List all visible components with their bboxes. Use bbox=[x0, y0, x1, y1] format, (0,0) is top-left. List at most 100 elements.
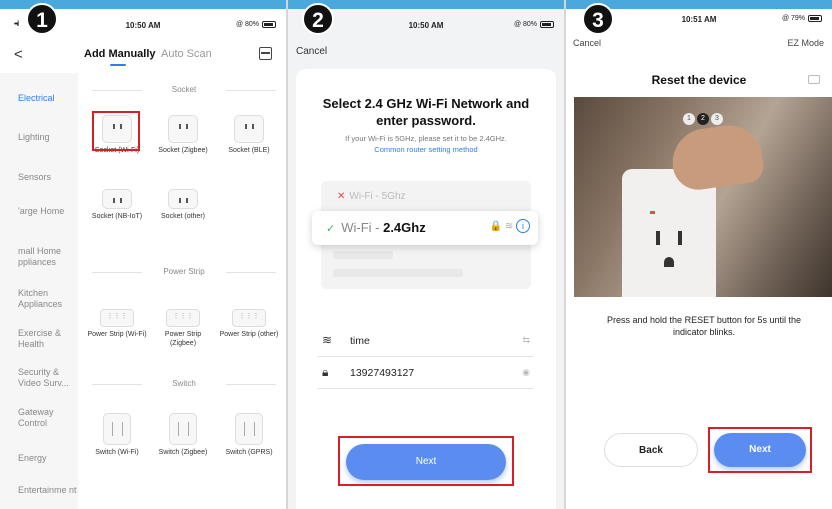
cancel-button[interactable]: Cancel bbox=[573, 38, 601, 48]
tab-auto-scan[interactable]: Auto Scan bbox=[161, 48, 212, 60]
sidebar-item-lighting[interactable]: Lighting bbox=[18, 132, 78, 143]
tab-bar: < Add Manually Auto Scan bbox=[0, 45, 286, 66]
step-dot: 1 bbox=[683, 113, 695, 125]
placeholder-line bbox=[333, 269, 463, 277]
wifi-prefix: Wi-Fi - bbox=[341, 220, 384, 235]
wifi-hint: If your Wi-Fi is 5GHz, please set it to … bbox=[306, 133, 546, 155]
device-socket-other[interactable]: Socket (other) bbox=[152, 189, 214, 221]
section-switch: Switch bbox=[92, 379, 276, 388]
wifi-prefix: Wi-Fi - bbox=[349, 191, 382, 202]
device-label: Socket (other) bbox=[161, 213, 205, 220]
check-icon: ✓ bbox=[326, 223, 336, 235]
power-strip-icon bbox=[166, 309, 200, 327]
socket-icon bbox=[168, 115, 198, 143]
plug-ground bbox=[664, 257, 674, 267]
wifi-band: 5Ghz bbox=[381, 191, 406, 202]
sidebar-item-exercise[interactable]: Exercise & Health bbox=[18, 328, 78, 350]
device-socket-ble[interactable]: Socket (BLE) bbox=[218, 115, 280, 155]
sidebar-item-sensors[interactable]: Sensors bbox=[18, 172, 78, 183]
eye-icon[interactable]: ◉ bbox=[522, 367, 530, 378]
password-field[interactable]: 🔒︎ 13927493127 ◉ bbox=[318, 359, 534, 389]
device-strip-zigbee[interactable]: Power Strip (Zigbee) bbox=[152, 309, 214, 348]
device-label: Switch (Wi-Fi) bbox=[95, 449, 139, 456]
device-label: Power Strip (Wi-Fi) bbox=[87, 331, 147, 338]
reset-instruction: Press and hold the RESET button for 5s u… bbox=[607, 315, 801, 337]
section-power-strip: Power Strip bbox=[92, 267, 276, 276]
wifi-5ghz-item: ✕ Wi-Fi - 5Ghz bbox=[337, 191, 406, 202]
wifi-icon: ≋ bbox=[322, 333, 333, 347]
battery-icon bbox=[540, 21, 554, 28]
ssid-field[interactable]: ≋ time ⇆ bbox=[318, 327, 534, 357]
placeholder-line bbox=[333, 251, 393, 259]
plug-slot bbox=[678, 231, 682, 245]
info-icon[interactable]: i bbox=[516, 219, 530, 233]
back-button[interactable]: Back bbox=[604, 433, 698, 467]
wifi-setup-screen: 10:50 AM @ 80% Cancel Select 2.4 GHz Wi-… bbox=[288, 9, 564, 509]
section-socket: Socket bbox=[92, 85, 276, 94]
device-socket-zigbee[interactable]: Socket (Zigbee) bbox=[152, 115, 214, 155]
device-label: Switch (GPRS) bbox=[225, 449, 273, 456]
tab-add-manually[interactable]: Add Manually bbox=[84, 48, 156, 60]
device-strip-wifi[interactable]: Power Strip (Wi-Fi) bbox=[86, 309, 148, 339]
reset-photo: 123 bbox=[574, 97, 832, 297]
qr-scan-icon[interactable] bbox=[259, 47, 272, 60]
device-strip-other[interactable]: Power Strip (other) bbox=[218, 309, 280, 339]
back-chevron-icon[interactable]: < bbox=[14, 46, 23, 63]
switch-network-icon[interactable]: ⇆ bbox=[522, 335, 530, 346]
sidebar-item-large-home[interactable]: 'arge Home bbox=[18, 206, 78, 217]
status-right: @ 80% bbox=[236, 21, 276, 28]
step-dots: 123 bbox=[574, 107, 832, 125]
reset-device-screen: 10:51 AM @ 79% Cancel EZ Mode Reset the … bbox=[566, 9, 832, 509]
device-switch-gprs[interactable]: Switch (GPRS) bbox=[218, 413, 280, 457]
ssid-value: time bbox=[350, 335, 370, 347]
socket-icon bbox=[234, 115, 264, 143]
device-switch-wifi[interactable]: Switch (Wi-Fi) bbox=[86, 413, 148, 457]
category-sidebar: Electrical Lighting Sensors 'arge Home m… bbox=[0, 73, 78, 509]
device-socket-nbiot[interactable]: Socket (NB-IoT) bbox=[86, 189, 148, 221]
sidebar-item-kitchen[interactable]: Kitchen Appliances bbox=[18, 288, 78, 310]
sidebar-item-energy[interactable]: Energy bbox=[18, 453, 78, 464]
device-label: Socket (BLE) bbox=[228, 147, 270, 154]
sidebar-item-small-home[interactable]: mall Home ppliances bbox=[18, 246, 78, 268]
battery-text: @ 79% bbox=[781, 15, 805, 22]
power-strip-icon bbox=[100, 309, 134, 327]
password-value: 13927493127 bbox=[350, 367, 415, 379]
device-switch-zigbee[interactable]: Switch (Zigbee) bbox=[152, 413, 214, 457]
sidebar-item-electrical[interactable]: Electrical bbox=[18, 93, 78, 104]
power-strip-icon bbox=[232, 309, 266, 327]
step-badge-2: 2 bbox=[302, 3, 334, 35]
page-title: Select 2.4 GHz Wi-Fi Network and enter p… bbox=[322, 96, 530, 128]
wifi-24ghz-item[interactable]: ✓ Wi-Fi - 2.4Ghz 🔒 ≋ i bbox=[312, 211, 538, 245]
finger-image bbox=[668, 121, 766, 193]
tab-active-indicator bbox=[110, 64, 126, 66]
indicator-led bbox=[650, 211, 655, 214]
mode-selector[interactable]: EZ Mode bbox=[787, 38, 824, 48]
device-label: Power Strip (Zigbee) bbox=[164, 331, 202, 347]
battery-icon bbox=[262, 21, 276, 28]
switch-icon bbox=[235, 413, 263, 445]
highlight-next bbox=[338, 436, 514, 486]
battery-text: @ 80% bbox=[235, 21, 259, 28]
wifi-hint-text: If your Wi-Fi is 5GHz, please set it to … bbox=[345, 134, 507, 143]
highlight-socket-wifi bbox=[92, 111, 140, 151]
step-dot: 3 bbox=[711, 113, 723, 125]
sidebar-item-entertainment[interactable]: Entertainme nt bbox=[18, 485, 78, 496]
highlight-next bbox=[708, 427, 812, 473]
wifi-status-icons: 🔒 ≋ i bbox=[490, 219, 530, 233]
socket-icon bbox=[168, 189, 198, 209]
socket-icon bbox=[102, 189, 132, 209]
cancel-button[interactable]: Cancel bbox=[296, 46, 327, 57]
device-label: Socket (Zigbee) bbox=[158, 147, 208, 154]
sidebar-item-security[interactable]: Security & Video Surv... bbox=[18, 367, 78, 389]
cross-icon: ✕ bbox=[337, 191, 346, 202]
step-badge-1: 1 bbox=[26, 3, 58, 35]
wifi-card: Select 2.4 GHz Wi-Fi Network and enter p… bbox=[296, 69, 556, 509]
battery-icon bbox=[808, 15, 822, 22]
step-dot-current: 2 bbox=[697, 113, 709, 125]
router-setting-link[interactable]: Common router setting method bbox=[306, 144, 546, 155]
sidebar-item-gateway[interactable]: Gateway Control bbox=[18, 407, 78, 429]
wifi-band: 2.4Ghz bbox=[383, 220, 426, 235]
video-icon[interactable] bbox=[808, 75, 820, 84]
step-badge-3: 3 bbox=[582, 3, 614, 35]
device-label: Power Strip (other) bbox=[219, 331, 279, 338]
